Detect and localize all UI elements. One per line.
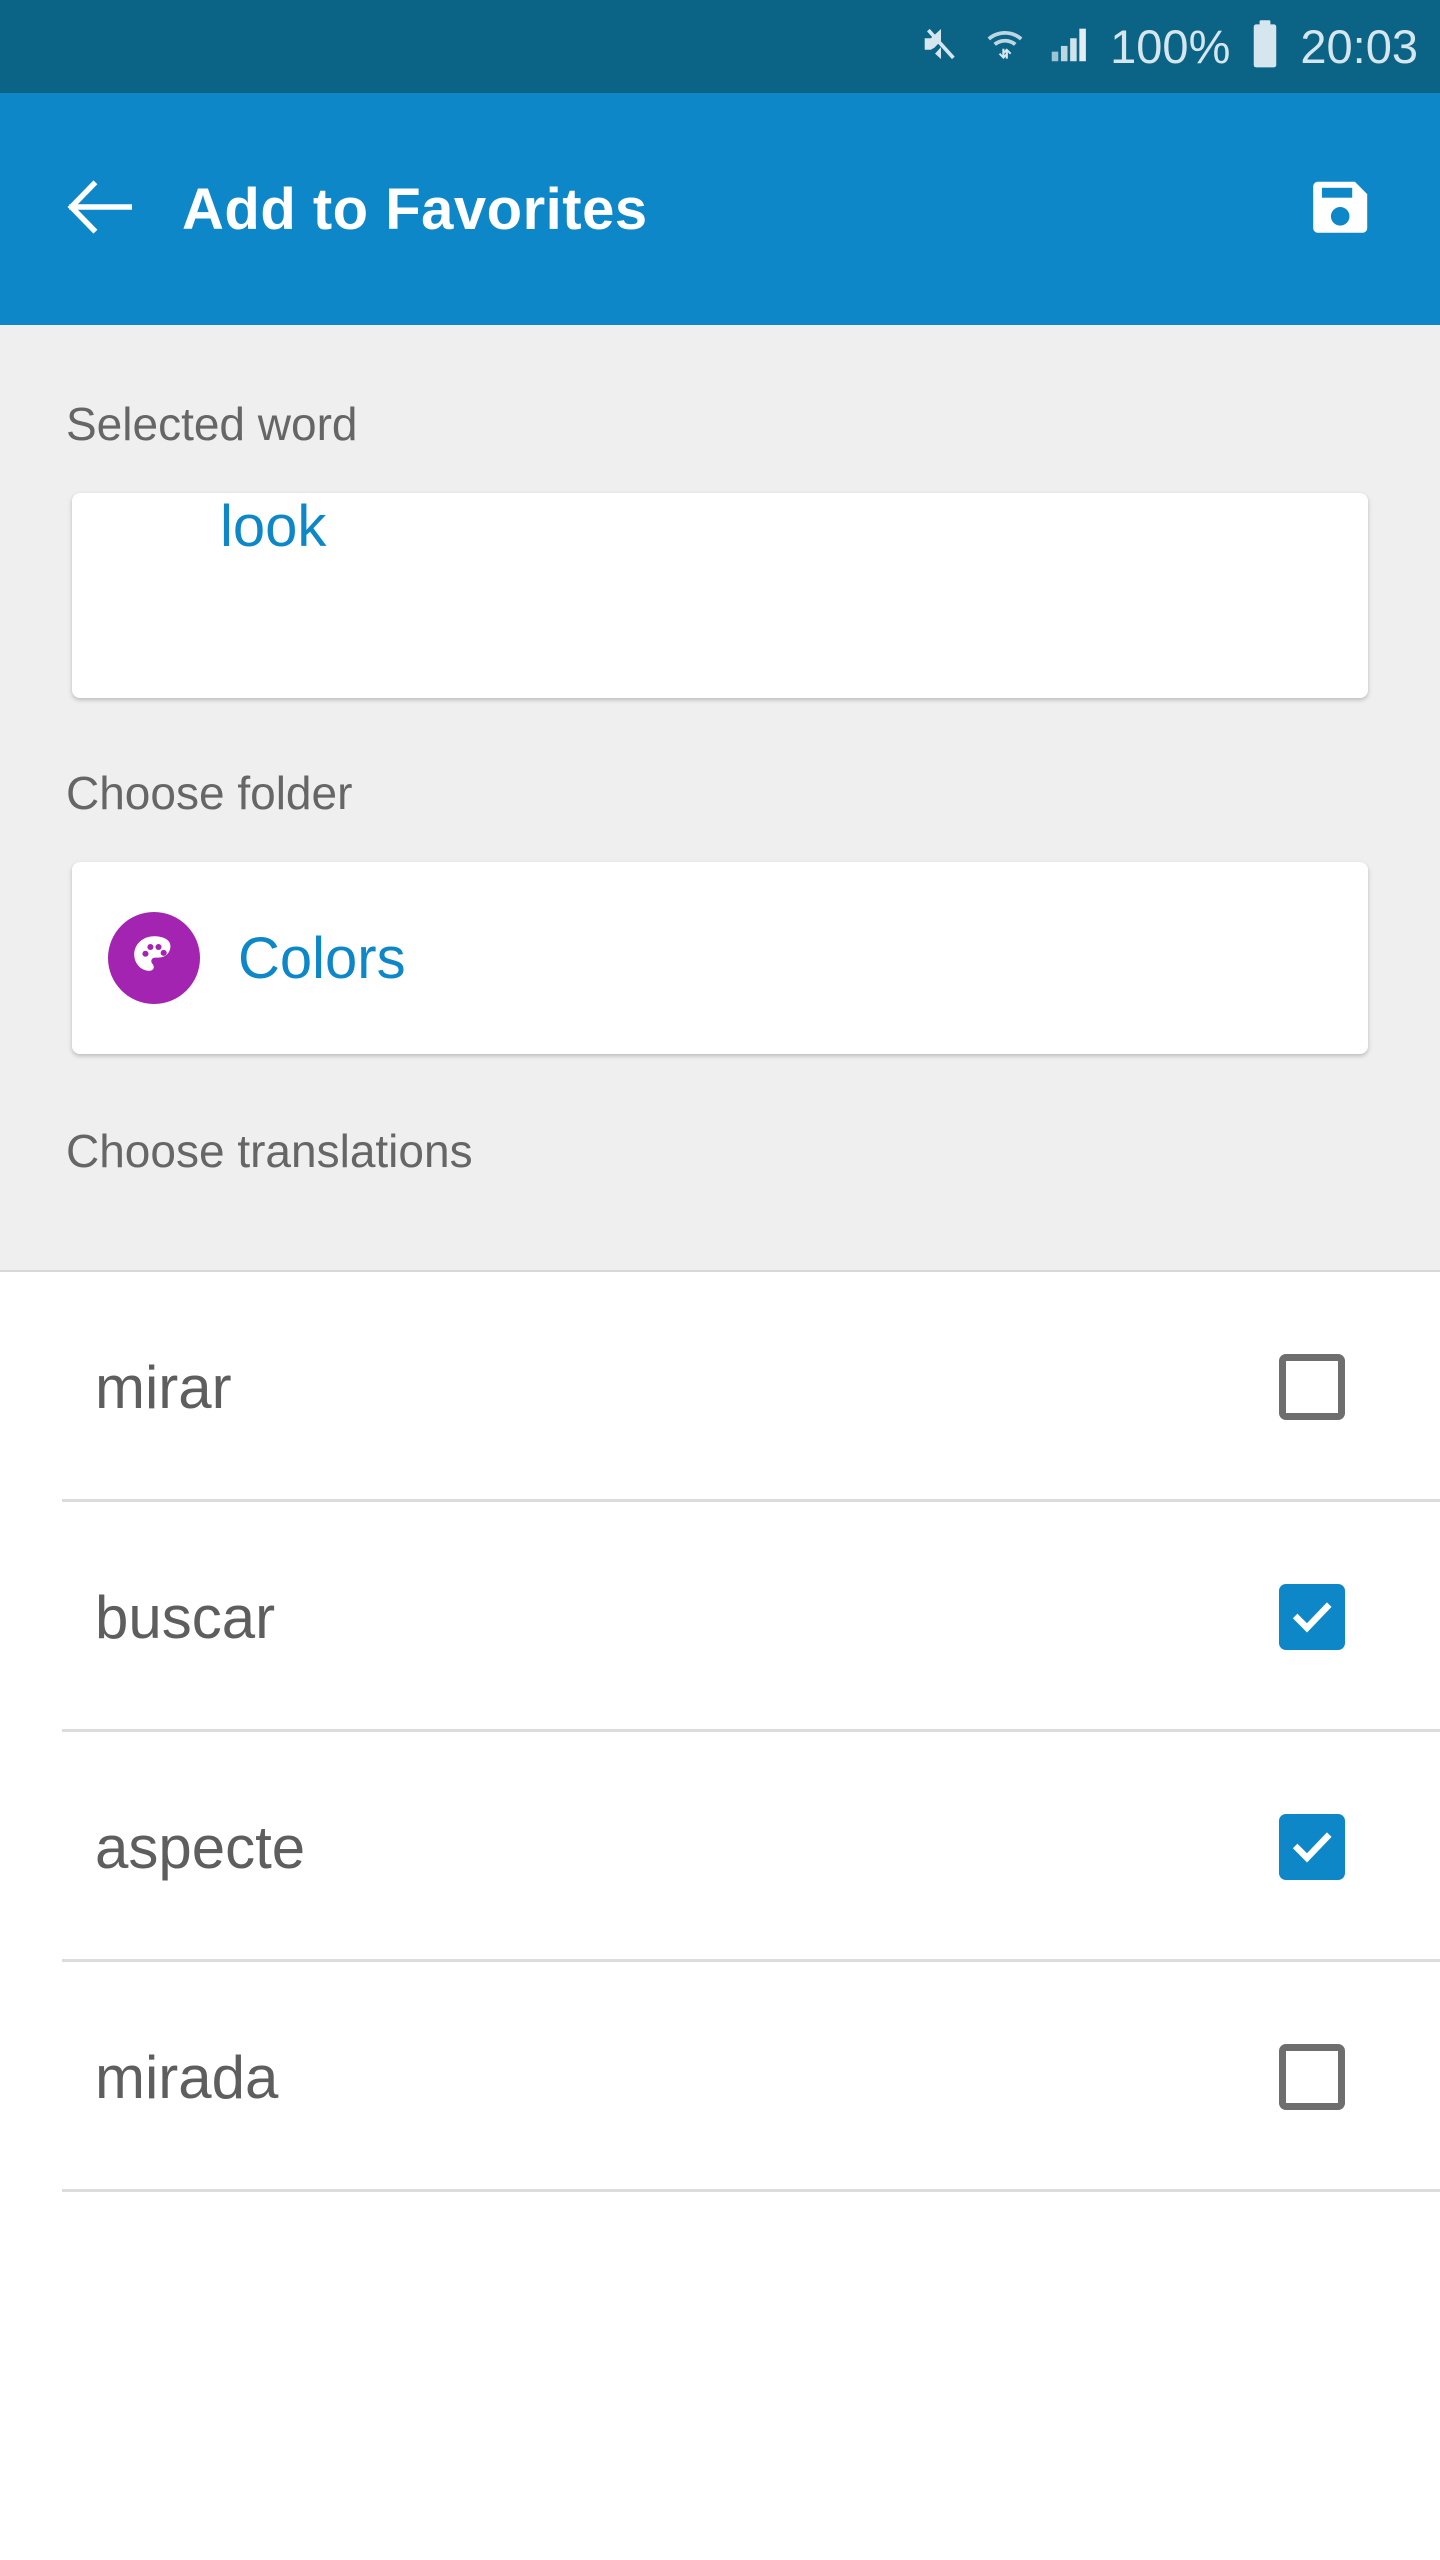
form-section: Selected word look Choose folder Colors — [0, 325, 1440, 1272]
translation-label: mirada — [95, 2043, 279, 2111]
selected-word-value: look — [220, 494, 327, 559]
translation-checkbox[interactable] — [1279, 1814, 1345, 1880]
save-button[interactable] — [1306, 171, 1378, 248]
wifi-icon — [982, 21, 1028, 72]
save-floppy-icon — [1306, 171, 1378, 248]
list-item[interactable]: mirada — [0, 1962, 1440, 2192]
list-item[interactable]: buscar — [0, 1502, 1440, 1732]
back-arrow-icon — [61, 168, 139, 251]
clock-label: 20:03 — [1300, 20, 1418, 73]
folder-avatar — [108, 912, 200, 1004]
translation-checkbox[interactable] — [1279, 1584, 1345, 1650]
list-item[interactable]: mirar — [0, 1272, 1440, 1502]
selected-word-field[interactable]: look — [72, 493, 1368, 698]
battery-icon — [1248, 19, 1282, 74]
battery-percent-label: 100% — [1110, 20, 1231, 73]
mute-icon — [918, 21, 964, 72]
translations-list: mirar buscar aspecte mirada — [0, 1272, 1440, 2192]
app-bar: Add to Favorites — [0, 93, 1440, 325]
signal-icon — [1046, 21, 1092, 72]
translation-checkbox[interactable] — [1279, 1354, 1345, 1420]
palette-icon — [127, 929, 181, 988]
translation-checkbox[interactable] — [1279, 2044, 1345, 2110]
translation-label: aspecte — [95, 1813, 306, 1881]
selected-word-label: Selected word — [66, 398, 358, 450]
status-bar: 100% 20:03 — [0, 0, 1440, 93]
list-divider — [62, 2189, 1440, 2192]
page-title: Add to Favorites — [182, 176, 648, 242]
choose-translations-label: Choose translations — [66, 1125, 473, 1177]
app-screen: 100% 20:03 Add to Favorites Selected wor… — [0, 0, 1440, 2560]
folder-name-label: Colors — [238, 925, 406, 991]
back-button[interactable] — [40, 168, 160, 251]
list-item[interactable]: aspecte — [0, 1732, 1440, 1962]
status-bar-icons: 100% 20:03 — [918, 19, 1418, 74]
translation-label: mirar — [95, 1353, 232, 1421]
choose-folder-label: Choose folder — [66, 767, 353, 819]
folder-selector[interactable]: Colors — [72, 862, 1368, 1054]
translation-label: buscar — [95, 1583, 276, 1651]
